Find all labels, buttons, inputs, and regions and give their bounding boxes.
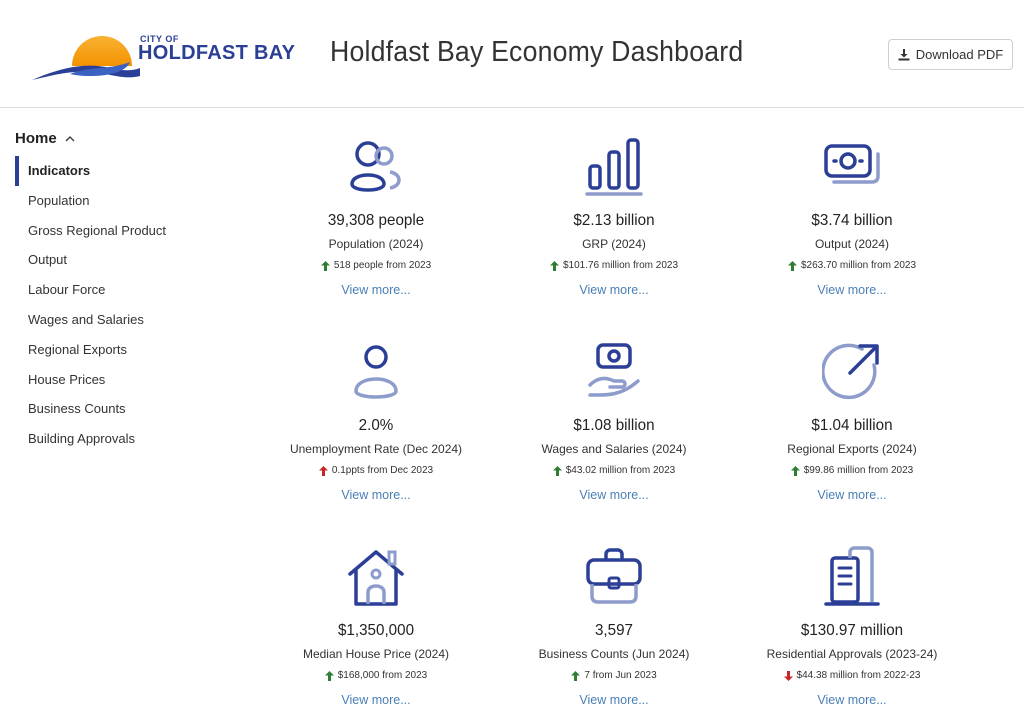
indicator-value: 2.0% [358, 417, 394, 434]
view-more-link[interactable]: View more... [256, 693, 496, 707]
arrow-up-icon [552, 465, 562, 476]
view-more-link[interactable]: View more... [732, 283, 972, 297]
indicator-change-text: $263.70 million from 2023 [800, 260, 917, 271]
indicator-card-business-counts: 3,597 Business Counts (Jun 2024) 7 from … [494, 540, 734, 720]
export-arrow-icon [822, 343, 879, 400]
bar-chart-icon [585, 138, 643, 196]
indicator-card-house-price: $1,350,000 Median House Price (2024) $16… [256, 540, 496, 720]
download-icon [898, 48, 910, 60]
arrow-up-icon [318, 465, 328, 476]
header: CITY OF HOLDFAST BAY Holdfast Bay Econom… [0, 0, 1024, 108]
indicator-label: Unemployment Rate (Dec 2024) [289, 442, 463, 456]
sidebar-item-population[interactable]: Population [15, 186, 235, 216]
sidebar-item-building-approvals[interactable]: Building Approvals [15, 424, 235, 454]
people-icon [350, 141, 401, 192]
indicator-value: $1,350,000 [337, 622, 415, 639]
indicator-change: $168,000 from 2023 [256, 670, 496, 681]
indicator-value: 3,597 [594, 622, 634, 639]
indicator-change-text: $168,000 from 2023 [337, 670, 428, 681]
indicator-card-population: 39,308 people Population (2024) 518 peop… [256, 130, 496, 315]
indicator-card-exports: $1.04 billion Regional Exports (2024) $9… [732, 335, 972, 520]
indicator-value: $2.13 billion [573, 212, 655, 229]
view-more-link[interactable]: View more... [732, 488, 972, 502]
indicator-label: Median House Price (2024) [302, 647, 450, 661]
view-more-link[interactable]: View more... [494, 693, 734, 707]
sidebar-nav: Indicators Population Gross Regional Pro… [15, 156, 235, 454]
indicator-value: $1.04 billion [811, 417, 893, 434]
indicator-change-text: $44.38 million from 2022-23 [796, 670, 921, 681]
indicator-label: Wages and Salaries (2024) [541, 442, 687, 456]
sidebar-item-regional-exports[interactable]: Regional Exports [15, 335, 235, 365]
sidebar-item-business-counts[interactable]: Business Counts [15, 394, 235, 424]
briefcase-icon [586, 548, 642, 604]
indicator-value: $3.74 billion [811, 212, 893, 229]
arrow-up-icon [549, 260, 559, 271]
indicator-change: $44.38 million from 2022-23 [732, 670, 972, 681]
arrow-up-icon [324, 670, 334, 681]
arrow-up-icon [787, 260, 797, 271]
indicator-value: 39,308 people [327, 212, 425, 229]
sidebar-home-label: Home [15, 130, 57, 147]
city-logo[interactable]: CITY OF HOLDFAST BAY [30, 28, 295, 88]
indicator-change-text: $99.86 million from 2023 [803, 465, 914, 476]
sidebar-item-labour-force[interactable]: Labour Force [15, 275, 235, 305]
indicator-change: $263.70 million from 2023 [732, 260, 972, 271]
arrow-down-icon [783, 670, 793, 681]
indicator-label: GRP (2024) [582, 237, 646, 251]
sidebar-item-house-prices[interactable]: House Prices [15, 365, 235, 395]
indicator-change-text: 7 from Jun 2023 [584, 670, 657, 681]
indicator-change: 0.1ppts from Dec 2023 [256, 465, 496, 476]
sidebar-item-gross-regional-product[interactable]: Gross Regional Product [15, 216, 235, 246]
house-icon [348, 550, 404, 606]
download-pdf-label: Download PDF [915, 47, 1004, 62]
indicator-label: Population (2024) [328, 237, 424, 251]
indicator-label: Output (2024) [814, 237, 890, 251]
view-more-link[interactable]: View more... [732, 693, 972, 707]
indicator-change: $99.86 million from 2023 [732, 465, 972, 476]
sidebar-home[interactable]: Home [15, 130, 75, 147]
indicator-value: $130.97 million [800, 622, 904, 639]
download-pdf-button[interactable]: Download PDF [888, 39, 1013, 70]
indicator-card-output: $3.74 billion Output (2024) $263.70 mill… [732, 130, 972, 315]
arrow-up-icon [571, 670, 581, 681]
hand-money-icon [588, 343, 640, 397]
view-more-link[interactable]: View more... [256, 283, 496, 297]
building-icon [824, 546, 880, 606]
view-more-link[interactable]: View more... [256, 488, 496, 502]
person-icon [354, 345, 398, 399]
chevron-up-icon [65, 135, 75, 142]
indicator-card-unemployment: 2.0% Unemployment Rate (Dec 2024) 0.1ppt… [256, 335, 496, 520]
indicator-change-text: $43.02 million from 2023 [565, 465, 676, 476]
indicator-change: 518 people from 2023 [256, 260, 496, 271]
indicator-change: 7 from Jun 2023 [494, 670, 734, 681]
money-icon [824, 144, 880, 184]
arrow-up-icon [790, 465, 800, 476]
indicator-label: Business Counts (Jun 2024) [538, 647, 690, 661]
sun-wave-icon [32, 36, 140, 80]
arrow-up-icon [320, 260, 330, 271]
view-more-link[interactable]: View more... [494, 283, 734, 297]
page-title: Holdfast Bay Economy Dashboard [330, 36, 744, 68]
view-more-link[interactable]: View more... [494, 488, 734, 502]
sidebar-item-output[interactable]: Output [15, 245, 235, 275]
indicator-card-grp: $2.13 billion GRP (2024) $101.76 million… [494, 130, 734, 315]
indicator-change-text: $101.76 million from 2023 [562, 260, 679, 271]
sidebar-item-indicators[interactable]: Indicators [15, 156, 235, 186]
indicator-card-wages: $1.08 billion Wages and Salaries (2024) … [494, 335, 734, 520]
indicator-change: $101.76 million from 2023 [494, 260, 734, 271]
indicator-change-text: 0.1ppts from Dec 2023 [331, 465, 434, 476]
sidebar-item-wages-and-salaries[interactable]: Wages and Salaries [15, 305, 235, 335]
indicator-change: $43.02 million from 2023 [494, 465, 734, 476]
indicator-value: $1.08 billion [573, 417, 655, 434]
indicator-label: Regional Exports (2024) [787, 442, 917, 456]
indicator-change-text: 518 people from 2023 [333, 260, 432, 271]
logo-name-text: HOLDFAST BAY [138, 42, 296, 64]
indicator-card-residential-approvals: $130.97 million Residential Approvals (2… [732, 540, 972, 720]
indicator-label: Residential Approvals (2023-24) [766, 647, 938, 661]
